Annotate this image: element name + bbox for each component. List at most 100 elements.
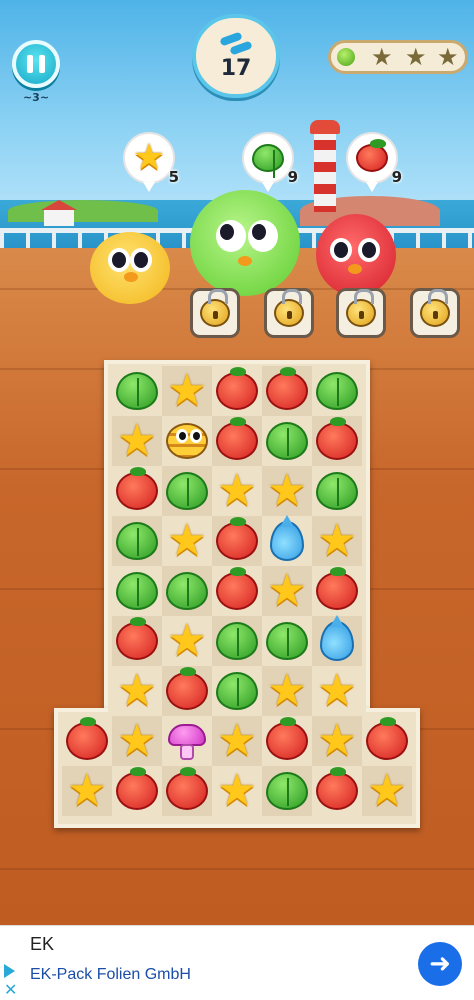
star-piece-icon: ★ bbox=[317, 715, 357, 766]
board-cell[interactable]: ★ bbox=[312, 516, 362, 566]
board-cell[interactable] bbox=[62, 716, 112, 766]
tomato-piece-icon bbox=[216, 367, 258, 410]
board-cell[interactable]: ★ bbox=[112, 416, 162, 466]
board-cell[interactable] bbox=[212, 666, 262, 716]
leaf-piece-icon bbox=[316, 372, 358, 410]
board-cell[interactable] bbox=[162, 566, 212, 616]
score-star-bar: ★ ★ ★ bbox=[328, 40, 468, 74]
board-cell[interactable] bbox=[312, 615, 362, 666]
board-cell[interactable]: ★ bbox=[362, 766, 412, 816]
board-cell[interactable] bbox=[212, 616, 262, 666]
board-cell[interactable]: ★ bbox=[162, 366, 212, 416]
board-cell[interactable]: ★ bbox=[262, 466, 312, 516]
board-cell[interactable] bbox=[112, 616, 162, 666]
lighthouse-decoration bbox=[314, 128, 336, 212]
board-cell[interactable] bbox=[262, 616, 312, 666]
board-cell[interactable]: ★ bbox=[112, 716, 162, 766]
board-cell[interactable]: ★ bbox=[212, 466, 262, 516]
star-piece-icon: ★ bbox=[267, 565, 307, 616]
board-cell[interactable] bbox=[262, 766, 312, 816]
board-cell[interactable]: ★ bbox=[162, 516, 212, 566]
board-cell[interactable] bbox=[262, 716, 312, 766]
ad-info-icon[interactable] bbox=[4, 964, 15, 978]
board-cell[interactable] bbox=[262, 515, 312, 566]
ad-open-button[interactable]: ➜ bbox=[418, 942, 462, 986]
leaf-piece-icon bbox=[116, 522, 158, 560]
board-cell[interactable] bbox=[312, 366, 362, 416]
board-cell[interactable]: ★ bbox=[312, 716, 362, 766]
score-star-icon: ★ bbox=[371, 43, 393, 71]
board-cell[interactable] bbox=[312, 416, 362, 466]
star-piece-icon: ★ bbox=[317, 515, 357, 566]
board-cell[interactable] bbox=[212, 566, 262, 616]
board-cell[interactable] bbox=[162, 416, 212, 466]
star-piece-icon: ★ bbox=[217, 765, 257, 816]
tomato-piece-icon bbox=[266, 367, 308, 410]
pause-button[interactable] bbox=[12, 40, 60, 88]
leaf-piece-icon bbox=[216, 672, 258, 710]
arrow-right-icon: ➜ bbox=[429, 949, 451, 979]
board-cell[interactable] bbox=[212, 366, 262, 416]
score-star-icon: ★ bbox=[405, 43, 427, 71]
board-cell[interactable]: ★ bbox=[262, 566, 312, 616]
board-cell[interactable] bbox=[162, 716, 212, 766]
pause-icon bbox=[27, 55, 33, 73]
board-cell[interactable] bbox=[262, 366, 312, 416]
mushroom-piece-icon bbox=[166, 720, 208, 762]
goal-count: 9 bbox=[391, 168, 402, 186]
ad-subtitle[interactable]: EK-Pack Folien GmbH bbox=[30, 966, 191, 984]
tomato-piece-icon bbox=[366, 717, 408, 760]
board-cell[interactable] bbox=[112, 466, 162, 516]
board-cell[interactable] bbox=[362, 716, 412, 766]
board-cell[interactable] bbox=[112, 566, 162, 616]
board-cell[interactable] bbox=[112, 766, 162, 816]
star-piece-icon: ★ bbox=[117, 665, 157, 716]
close-icon[interactable]: ✕ bbox=[4, 982, 17, 998]
lock-icon[interactable] bbox=[190, 288, 240, 338]
board-cell[interactable]: ★ bbox=[162, 616, 212, 666]
board-cell[interactable] bbox=[112, 366, 162, 416]
red-chick[interactable] bbox=[316, 214, 396, 296]
board-cell[interactable] bbox=[162, 666, 212, 716]
drop-piece-icon bbox=[320, 615, 354, 661]
board-cell[interactable]: ★ bbox=[262, 666, 312, 716]
lock-icon[interactable] bbox=[410, 288, 460, 338]
star-piece-icon: ★ bbox=[267, 465, 307, 516]
board-cell[interactable] bbox=[312, 466, 362, 516]
board-cell[interactable]: ★ bbox=[212, 716, 262, 766]
yellow-chick[interactable] bbox=[90, 232, 170, 304]
lock-icon[interactable] bbox=[264, 288, 314, 338]
board-cell[interactable] bbox=[212, 416, 262, 466]
green-chick[interactable] bbox=[190, 190, 300, 296]
board-cell[interactable] bbox=[162, 466, 212, 516]
star-piece-icon: ★ bbox=[217, 465, 257, 516]
leaf-piece-icon bbox=[166, 472, 208, 510]
board-cell[interactable] bbox=[312, 766, 362, 816]
star-piece-icon: ★ bbox=[267, 665, 307, 716]
board-cell[interactable] bbox=[212, 516, 262, 566]
star-piece-icon: ★ bbox=[167, 515, 207, 566]
tomato-piece-icon bbox=[216, 417, 258, 460]
lock-icon[interactable] bbox=[336, 288, 386, 338]
board-cell[interactable] bbox=[262, 416, 312, 466]
tomato-piece-icon bbox=[166, 667, 208, 710]
board-cell[interactable] bbox=[312, 566, 362, 616]
leaf-piece-icon bbox=[166, 572, 208, 610]
ad-banner[interactable]: EK EK-Pack Folien GmbH ✕ ➜ bbox=[0, 925, 474, 1000]
tomato-piece-icon bbox=[316, 417, 358, 460]
tomato-piece-icon bbox=[66, 717, 108, 760]
board-cell[interactable] bbox=[162, 766, 212, 816]
leaf-piece-icon bbox=[116, 572, 158, 610]
star-piece-icon: ★ bbox=[217, 715, 257, 766]
board-cell[interactable]: ★ bbox=[112, 666, 162, 716]
star-piece-icon: ★ bbox=[167, 365, 207, 416]
board-cell[interactable] bbox=[112, 516, 162, 566]
tomato-piece-icon bbox=[216, 567, 258, 610]
tomato-piece-icon bbox=[166, 767, 208, 810]
board-cell[interactable]: ★ bbox=[312, 666, 362, 716]
board-cell[interactable]: ★ bbox=[212, 766, 262, 816]
star-piece-icon: ★ bbox=[317, 665, 357, 716]
leaf-piece-icon bbox=[266, 622, 308, 660]
lighthouse-top-decoration bbox=[310, 120, 340, 134]
board-cell[interactable]: ★ bbox=[62, 766, 112, 816]
